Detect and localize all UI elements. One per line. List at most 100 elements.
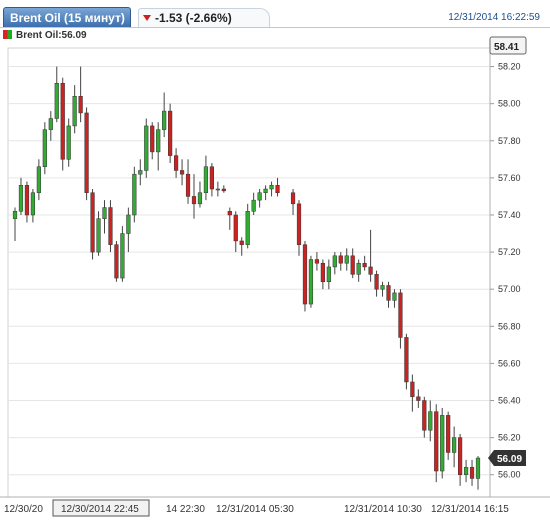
candle-down <box>185 173 191 197</box>
y-tick-label: 58.00 <box>498 99 521 109</box>
candle-down <box>168 110 173 156</box>
candle-up <box>380 285 385 290</box>
candle-down <box>362 262 367 268</box>
candle-up <box>257 192 262 201</box>
y-tick-label: 56.60 <box>498 358 521 368</box>
candle-up <box>245 211 250 245</box>
x-tick-label: 12/31/2014 05:30 <box>216 504 294 515</box>
candle-up <box>12 211 18 219</box>
candle-down <box>416 396 421 401</box>
candle-up <box>54 83 59 119</box>
candle-down <box>233 214 238 242</box>
y-tick-label: 56.20 <box>498 433 521 443</box>
candle-up <box>463 467 469 475</box>
candle-up <box>326 266 331 283</box>
x-tick-label: 12/30/20 <box>4 504 43 515</box>
candle-up <box>428 411 433 431</box>
candle-down <box>434 411 439 472</box>
y-tick-label: 56.40 <box>498 396 521 406</box>
candle-down <box>374 274 379 290</box>
candle-up <box>126 214 131 234</box>
x-tick-label: 12/31/2014 10:30 <box>344 504 422 515</box>
candle-up <box>263 188 268 193</box>
candle-down <box>239 240 244 245</box>
legend-label: Brent Oil:56.09 <box>16 30 87 41</box>
candle-up <box>102 207 107 219</box>
candle-down <box>78 95 83 114</box>
candle-down <box>24 185 30 216</box>
candle-up <box>215 188 220 191</box>
candle-down <box>458 437 463 475</box>
candle-up <box>440 415 445 472</box>
candle-up <box>66 125 71 160</box>
candle-up <box>344 255 349 264</box>
candle-up <box>18 185 24 212</box>
candle-down <box>108 207 113 245</box>
last-update-time: 12/31/2014 16:22:59 <box>448 12 540 23</box>
candlestick-chart[interactable]: 58.20 58.00 57.80 57.60 57.40 57.20 57.00 56.80… <box>0 0 550 520</box>
candle-down <box>227 211 232 216</box>
last-price-tag-text: 56.09 <box>497 454 522 465</box>
candle-up <box>30 192 35 216</box>
candle-down <box>60 83 65 160</box>
candle-up <box>308 259 314 305</box>
candle-down <box>314 259 320 264</box>
y-tick-label: 58.20 <box>498 62 521 72</box>
candle-down <box>275 185 280 193</box>
tab-bar: Brent Oil (15 минут) -1.53 (-2.66%) 12/3… <box>0 0 550 30</box>
chart-legend: Brent Oil:56.09 <box>3 30 87 44</box>
candle-down <box>150 125 155 153</box>
candle-up <box>392 292 397 301</box>
candle-up <box>72 95 77 127</box>
candle-down <box>296 203 302 245</box>
candle-down <box>422 400 427 431</box>
candle-up <box>132 173 137 216</box>
y-tick-label: 56.00 <box>498 470 521 480</box>
candle-down <box>338 255 343 264</box>
candle-down <box>179 170 185 175</box>
down-arrow-icon <box>143 15 151 21</box>
y-tick-label: 56.80 <box>498 321 521 331</box>
candle-up <box>96 218 101 253</box>
candle-down <box>446 415 451 453</box>
candle-down <box>302 244 308 305</box>
candle-legend-icon <box>3 30 12 39</box>
candle-down <box>350 255 355 275</box>
tab-divider <box>0 27 550 28</box>
x-tick-label: 12/30/2014 22:45 <box>61 504 139 515</box>
candle-down <box>173 155 179 171</box>
chart-svg: 58.20 58.00 57.80 57.60 57.40 57.20 57.00 56.80… <box>0 36 550 517</box>
candle-up <box>356 262 361 275</box>
candle-down <box>209 166 214 190</box>
chart-tab[interactable]: Brent Oil (15 минут) <box>3 7 131 27</box>
candle-up <box>251 199 256 212</box>
candle-up <box>332 255 337 268</box>
candle-up <box>42 129 47 167</box>
candle-up <box>48 118 53 130</box>
candle-down <box>221 188 226 192</box>
candle-down <box>290 192 296 205</box>
candle-up <box>203 166 209 193</box>
candle-up <box>120 233 125 279</box>
candle-down <box>114 244 119 279</box>
candle-down <box>368 266 373 275</box>
candle-up <box>162 110 167 130</box>
candle-up <box>144 125 149 171</box>
candle-down <box>320 262 325 283</box>
candle-down <box>84 112 89 193</box>
x-tick-label: 12/31/2014 16:15 <box>431 504 509 515</box>
price-change: -1.53 (-2.66%) <box>138 8 270 27</box>
x-tick-label: 14 22:30 <box>166 504 205 515</box>
candle-up <box>138 170 143 175</box>
candle-down <box>410 381 415 398</box>
candle-up <box>452 437 457 453</box>
candle-down <box>469 467 475 479</box>
candle-down <box>90 192 95 253</box>
candle-up <box>475 457 481 479</box>
y-tick-label: 57.40 <box>498 210 521 220</box>
candle-up <box>156 129 161 153</box>
y-tick-label: 57.80 <box>498 136 521 146</box>
candle-down <box>191 196 197 205</box>
candle-up <box>197 192 203 205</box>
candle-down <box>398 292 403 338</box>
